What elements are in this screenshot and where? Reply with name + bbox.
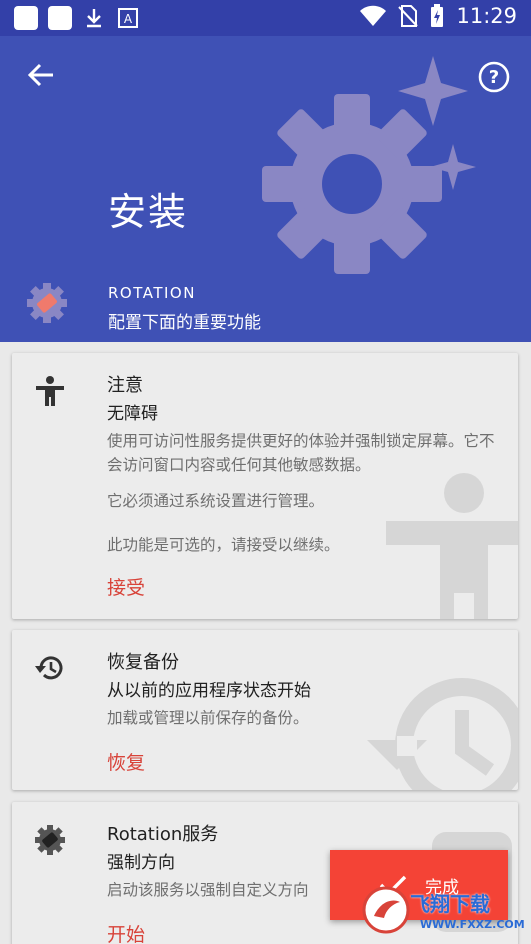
app-icon — [27, 283, 67, 323]
card-title: 恢复备份 — [107, 652, 179, 673]
notification-icon — [48, 6, 72, 30]
card-title: 注意 — [107, 375, 143, 396]
accept-button[interactable]: 接受 — [107, 573, 145, 600]
card-body-text: 此功能是可选的，请接受以继续。 — [107, 536, 340, 554]
watermark-text: 飞翔下载 — [410, 892, 490, 916]
history-background-icon — [367, 678, 518, 790]
card-body-text: 加载或管理以前保存的备份。 — [107, 709, 309, 727]
accessibility-icon — [36, 376, 64, 407]
history-icon — [35, 656, 63, 680]
download-icon — [87, 9, 101, 28]
notification-icon — [14, 6, 38, 30]
svg-text:A: A — [124, 12, 133, 26]
status-bar: A 11:29 — [0, 0, 531, 36]
card-subtitle: 无障碍 — [107, 404, 158, 424]
app-header: ? 安装 ROTATION 配置下面的重要功能 — [0, 36, 531, 342]
card-subtitle: 从以前的应用程序状态开始 — [107, 681, 311, 701]
battery-charging-icon — [431, 4, 444, 27]
gear-icon — [262, 94, 442, 274]
clock: 11:29 — [456, 4, 517, 28]
card-subtitle: 强制方向 — [107, 853, 175, 873]
rotation-service-icon — [35, 825, 65, 855]
back-button[interactable] — [22, 60, 60, 98]
font-icon: A — [118, 8, 138, 28]
restore-backup-card: 恢复备份 从以前的应用程序状态开始 加载或管理以前保存的备份。 恢复 — [12, 630, 518, 790]
card-body-text: 使用可访问性服务提供更好的体验并强制锁定屏幕。它不会访问窗口内容或任何其他敏感数… — [107, 432, 495, 474]
page-title: 安装 — [108, 190, 189, 234]
back-arrow-icon — [27, 63, 53, 87]
app-description: 配置下面的重要功能 — [108, 313, 261, 333]
accessibility-card: 注意 无障碍 使用可访问性服务提供更好的体验并强制锁定屏幕。它不会访问窗口内容或… — [12, 353, 518, 619]
restore-button[interactable]: 恢复 — [107, 748, 145, 775]
card-body-text: 它必须通过系统设置进行管理。 — [107, 492, 325, 510]
wifi-icon — [360, 5, 387, 26]
card-title: Rotation服务 — [107, 824, 219, 845]
watermark-url: WWW.FXXZ.COM — [420, 918, 525, 931]
start-button[interactable]: 开始 — [107, 920, 145, 944]
no-sim-icon — [398, 5, 419, 27]
app-name: ROTATION — [108, 284, 196, 302]
svg-text:?: ? — [489, 67, 499, 88]
help-icon[interactable]: ? — [477, 60, 511, 94]
